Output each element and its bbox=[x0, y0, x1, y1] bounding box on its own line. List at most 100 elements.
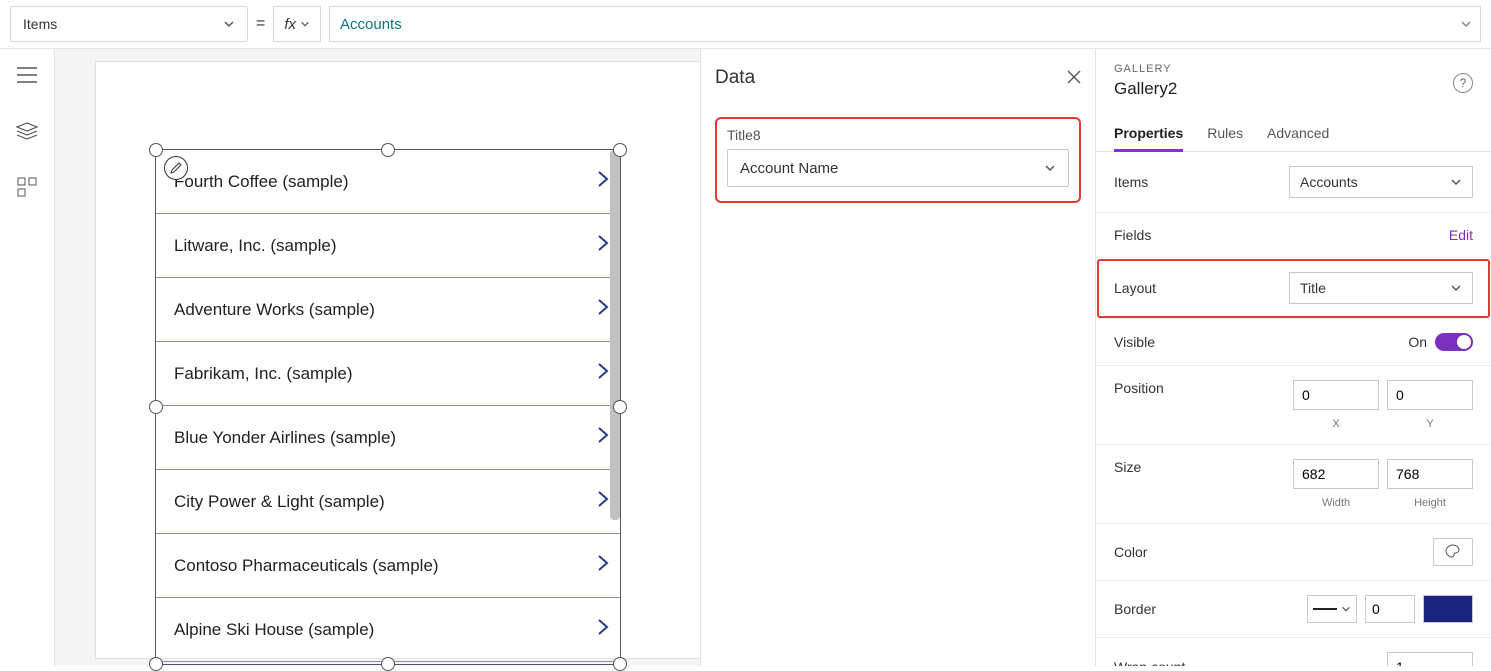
resize-handle[interactable] bbox=[149, 400, 163, 414]
gallery-item[interactable]: Adventure Works (sample) bbox=[156, 278, 620, 342]
field-group-highlight: Title8 Account Name bbox=[715, 117, 1081, 203]
tab-rules[interactable]: Rules bbox=[1207, 117, 1243, 151]
gallery-scrollbar[interactable] bbox=[610, 150, 620, 520]
resize-handle[interactable] bbox=[613, 657, 627, 671]
gallery-item-label: Litware, Inc. (sample) bbox=[174, 236, 337, 256]
wrap-count-input[interactable] bbox=[1387, 652, 1473, 666]
prop-position: Position X Y bbox=[1096, 366, 1491, 445]
chevron-right-icon[interactable] bbox=[596, 425, 610, 450]
prop-wrap-count: Wrap count bbox=[1096, 638, 1491, 666]
gallery-items-container: Fourth Coffee (sample) Litware, Inc. (sam… bbox=[156, 150, 620, 662]
gallery-item-label: City Power & Light (sample) bbox=[174, 492, 385, 512]
chevron-right-icon[interactable] bbox=[596, 361, 610, 386]
canvas[interactable]: Fourth Coffee (sample) Litware, Inc. (sam… bbox=[55, 49, 700, 666]
field-label: Title8 bbox=[727, 127, 1069, 143]
formula-bar: Items = fx Accounts bbox=[0, 0, 1491, 49]
size-width-label: Width bbox=[1293, 497, 1379, 509]
main-area: Fourth Coffee (sample) Litware, Inc. (sam… bbox=[0, 49, 1491, 666]
chevron-down-icon bbox=[1044, 162, 1056, 174]
tab-properties[interactable]: Properties bbox=[1114, 117, 1183, 152]
control-name: Gallery2 bbox=[1114, 79, 1473, 99]
chevron-right-icon[interactable] bbox=[596, 553, 610, 578]
equals-sign: = bbox=[256, 15, 265, 33]
prop-pane-header: GALLERY Gallery2 ? bbox=[1096, 49, 1491, 99]
prop-visible: Visible On bbox=[1096, 319, 1491, 366]
data-pane-title: Data bbox=[715, 67, 755, 89]
color-swatch-button[interactable] bbox=[1433, 538, 1473, 566]
help-icon[interactable]: ? bbox=[1453, 73, 1473, 93]
visible-value: On bbox=[1408, 334, 1427, 350]
gallery-item-label: Adventure Works (sample) bbox=[174, 300, 375, 320]
resize-handle[interactable] bbox=[149, 143, 163, 157]
resize-handle[interactable] bbox=[149, 657, 163, 671]
chevron-down-icon bbox=[223, 18, 235, 30]
tab-advanced[interactable]: Advanced bbox=[1267, 117, 1329, 151]
prop-list: Items Accounts Fields Edit Layout Title … bbox=[1096, 152, 1491, 666]
size-height-label: Height bbox=[1387, 497, 1473, 509]
edit-template-button[interactable] bbox=[164, 156, 188, 180]
formula-input[interactable]: Accounts bbox=[329, 6, 1481, 42]
toggle-knob bbox=[1457, 335, 1471, 349]
layers-icon[interactable] bbox=[13, 117, 41, 145]
layout-value: Title bbox=[1300, 280, 1326, 296]
field-select[interactable]: Account Name bbox=[727, 149, 1069, 187]
chevron-down-icon bbox=[300, 19, 310, 29]
position-x-input[interactable] bbox=[1293, 380, 1379, 410]
prop-layout: Layout Title bbox=[1096, 258, 1491, 319]
resize-handle[interactable] bbox=[381, 657, 395, 671]
formula-value: Accounts bbox=[340, 16, 402, 33]
property-pane: GALLERY Gallery2 ? Properties Rules Adva… bbox=[1095, 49, 1491, 666]
prop-size: Size Width Height bbox=[1096, 445, 1491, 524]
fx-button[interactable]: fx bbox=[273, 6, 321, 42]
gallery-item-label: Blue Yonder Airlines (sample) bbox=[174, 428, 396, 448]
control-type-label: GALLERY bbox=[1114, 63, 1473, 75]
components-icon[interactable] bbox=[13, 173, 41, 201]
chevron-right-icon[interactable] bbox=[596, 489, 610, 514]
prop-label: Size bbox=[1114, 459, 1141, 475]
border-width-input[interactable] bbox=[1365, 595, 1415, 623]
resize-handle[interactable] bbox=[381, 143, 395, 157]
gallery-item[interactable]: Alpine Ski House (sample) bbox=[156, 598, 620, 662]
prop-label: Fields bbox=[1114, 227, 1151, 243]
resize-handle[interactable] bbox=[613, 400, 627, 414]
position-x-label: X bbox=[1293, 418, 1379, 430]
gallery-control[interactable]: Fourth Coffee (sample) Litware, Inc. (sam… bbox=[155, 149, 621, 665]
gallery-item-label: Alpine Ski House (sample) bbox=[174, 620, 374, 640]
prop-label: Position bbox=[1114, 380, 1164, 396]
chevron-right-icon[interactable] bbox=[596, 169, 610, 194]
border-style-select[interactable] bbox=[1307, 595, 1357, 623]
gallery-item[interactable]: City Power & Light (sample) bbox=[156, 470, 620, 534]
gallery-item[interactable]: Blue Yonder Airlines (sample) bbox=[156, 406, 620, 470]
prop-items: Items Accounts bbox=[1096, 152, 1491, 213]
hamburger-icon[interactable] bbox=[13, 61, 41, 89]
border-color-swatch[interactable] bbox=[1423, 595, 1473, 623]
items-select[interactable]: Accounts bbox=[1289, 166, 1473, 198]
prop-fields: Fields Edit bbox=[1096, 213, 1491, 258]
chevron-right-icon[interactable] bbox=[596, 233, 610, 258]
close-icon[interactable] bbox=[1067, 68, 1081, 89]
gallery-item[interactable]: Fourth Coffee (sample) bbox=[156, 150, 620, 214]
size-height-input[interactable] bbox=[1387, 459, 1473, 489]
prop-label: Visible bbox=[1114, 334, 1155, 350]
property-selector[interactable]: Items bbox=[10, 6, 248, 42]
position-y-label: Y bbox=[1387, 418, 1473, 430]
size-width-input[interactable] bbox=[1293, 459, 1379, 489]
chevron-right-icon[interactable] bbox=[596, 297, 610, 322]
gallery-item[interactable]: Litware, Inc. (sample) bbox=[156, 214, 620, 278]
chevron-down-icon bbox=[1450, 282, 1462, 294]
gallery-item-label: Fabrikam, Inc. (sample) bbox=[174, 364, 353, 384]
fx-label: fx bbox=[284, 16, 296, 33]
chevron-down-icon[interactable] bbox=[1460, 18, 1472, 30]
chevron-right-icon[interactable] bbox=[596, 617, 610, 642]
gallery-item[interactable]: Contoso Pharmaceuticals (sample) bbox=[156, 534, 620, 598]
fields-edit-link[interactable]: Edit bbox=[1449, 227, 1473, 243]
position-y-input[interactable] bbox=[1387, 380, 1473, 410]
resize-handle[interactable] bbox=[613, 143, 627, 157]
field-select-value: Account Name bbox=[740, 160, 838, 177]
left-rail bbox=[0, 49, 55, 666]
visible-toggle[interactable]: On bbox=[1408, 333, 1473, 351]
prop-border: Border bbox=[1096, 581, 1491, 638]
gallery-item[interactable]: Fabrikam, Inc. (sample) bbox=[156, 342, 620, 406]
prop-label: Layout bbox=[1114, 280, 1156, 296]
layout-select[interactable]: Title bbox=[1289, 272, 1473, 304]
